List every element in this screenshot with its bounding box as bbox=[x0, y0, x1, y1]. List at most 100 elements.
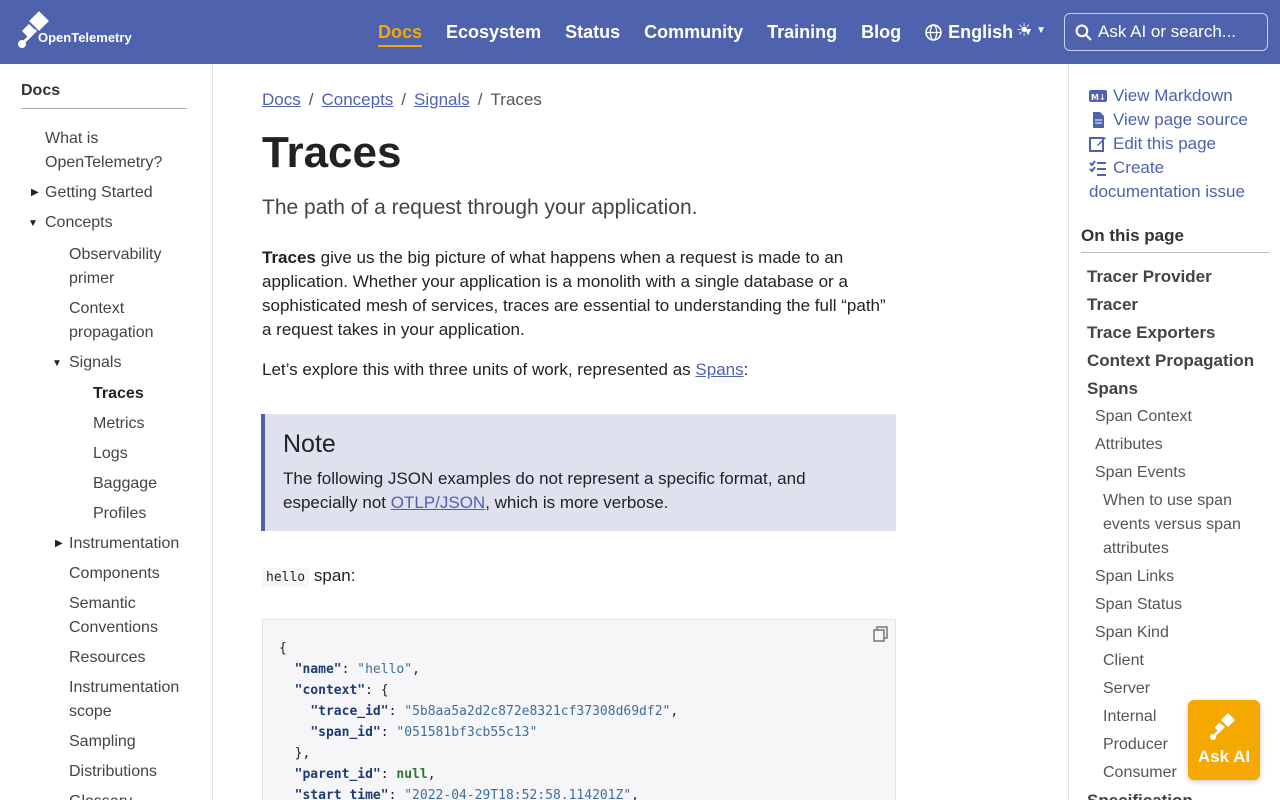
sidebar-item-semantic[interactable]: Semantic bbox=[69, 592, 136, 616]
telescope-icon bbox=[1210, 713, 1236, 740]
sidebar-item-baggage[interactable]: Baggage bbox=[93, 472, 157, 496]
toc-item[interactable]: Span Kind bbox=[1095, 621, 1169, 645]
sidebar-item-context[interactable]: Context bbox=[69, 297, 124, 321]
sidebar-item-traces[interactable]: Traces bbox=[93, 382, 144, 406]
toc-item[interactable]: Client bbox=[1103, 649, 1144, 673]
code-block: { "name": "hello", "context": { "trace_i… bbox=[262, 619, 896, 800]
sidebar-item-profiles[interactable]: Profiles bbox=[93, 502, 146, 526]
file-icon bbox=[1093, 112, 1104, 128]
sidebar-item-instrumentation-scope[interactable]: Instrumentation bbox=[69, 676, 179, 700]
nav-status[interactable]: Status bbox=[565, 22, 620, 43]
search-icon bbox=[1075, 24, 1092, 41]
intro-text: give us the big picture of what happens … bbox=[262, 248, 886, 339]
nav-docs[interactable]: Docs bbox=[378, 22, 423, 47]
sidebar-item-semantic-2[interactable]: Conventions bbox=[69, 616, 158, 640]
toc-item[interactable]: Tracer Provider bbox=[1087, 265, 1212, 289]
edit-icon bbox=[1089, 137, 1106, 152]
sun-icon: ☀ bbox=[1016, 20, 1033, 40]
nav-community[interactable]: Community bbox=[644, 22, 743, 43]
sidebar-item-context-2[interactable]: propagation bbox=[69, 321, 154, 345]
sidebar-item-what-is-2[interactable]: OpenTelemetry? bbox=[45, 151, 162, 175]
left-sidebar: Docs What is OpenTelemetry? ▶ Getting St… bbox=[0, 64, 213, 800]
breadcrumb-concepts[interactable]: Concepts bbox=[321, 90, 393, 109]
note-callout: Note The following JSON examples do not … bbox=[261, 414, 896, 531]
right-sidebar: M↓ View Markdown View page source Edit t… bbox=[1068, 64, 1280, 800]
breadcrumb-docs[interactable]: Docs bbox=[262, 90, 301, 109]
toc-item[interactable]: Specification bbox=[1087, 789, 1193, 800]
note-title: Note bbox=[283, 430, 336, 458]
page-title: Traces bbox=[262, 128, 402, 177]
create-issue-link-2[interactable]: documentation issue bbox=[1089, 180, 1245, 204]
toc-item[interactable]: Trace Exporters bbox=[1087, 321, 1216, 345]
chevron-down-icon: ▼ bbox=[1036, 25, 1047, 36]
toc-item[interactable]: Server bbox=[1103, 677, 1150, 701]
spans-colon: : bbox=[743, 360, 749, 379]
nav-ecosystem[interactable]: Ecosystem bbox=[446, 22, 541, 43]
sidebar-item-instrumentation[interactable]: Instrumentation bbox=[69, 532, 179, 556]
svg-text:M↓: M↓ bbox=[1091, 93, 1106, 102]
toc-item[interactable]: Spans bbox=[1087, 377, 1138, 401]
markdown-icon: M↓ bbox=[1089, 90, 1107, 102]
intro-paragraph: Traces give us the big picture of what h… bbox=[262, 246, 896, 342]
sidebar-item-signals[interactable]: Signals bbox=[69, 351, 121, 375]
theme-toggle[interactable]: ☀ ▼ bbox=[1016, 20, 1046, 41]
note-body: The following JSON examples do not repre… bbox=[283, 467, 878, 515]
triangle-down-icon[interactable]: ▼ bbox=[28, 218, 38, 229]
breadcrumb: Docs / Concepts / Signals / Traces bbox=[262, 90, 542, 109]
toc-item[interactable]: Span Links bbox=[1095, 565, 1174, 589]
nav-training[interactable]: Training bbox=[767, 22, 837, 43]
ask-ai-label: Ask AI bbox=[1197, 747, 1251, 766]
breadcrumb-signals[interactable]: Signals bbox=[414, 90, 470, 109]
page-lead: The path of a request through your appli… bbox=[262, 196, 698, 219]
toc-item[interactable]: When to use span bbox=[1103, 489, 1232, 513]
sidebar-item-observability[interactable]: Observability bbox=[69, 243, 161, 267]
toc-item[interactable]: Consumer bbox=[1103, 761, 1177, 785]
search-input[interactable] bbox=[1098, 22, 1258, 42]
sidebar-item-glossary[interactable]: Glossary bbox=[69, 790, 132, 800]
toc-item[interactable]: Producer bbox=[1103, 733, 1168, 757]
on-this-page-heading: On this page bbox=[1081, 226, 1269, 253]
otlp-json-link[interactable]: OTLP/JSON bbox=[391, 493, 485, 512]
view-source-link[interactable]: View page source bbox=[1089, 108, 1248, 132]
sidebar-item-concepts[interactable]: Concepts bbox=[45, 211, 113, 235]
triangle-right-icon[interactable]: ▶ bbox=[31, 187, 39, 198]
toc-item[interactable]: Internal bbox=[1103, 705, 1156, 729]
nav-blog[interactable]: Blog bbox=[861, 22, 901, 43]
toc-item[interactable]: Context Propagation bbox=[1087, 349, 1254, 373]
ask-ai-button[interactable]: Ask AI bbox=[1188, 700, 1260, 780]
toc-item[interactable]: Tracer bbox=[1087, 293, 1138, 317]
inline-code-hello: hello bbox=[262, 568, 310, 587]
create-issue-link[interactable]: Create bbox=[1089, 156, 1269, 180]
sidebar-item-what-is[interactable]: What is bbox=[45, 127, 98, 151]
note-text-end: , which is more verbose. bbox=[485, 493, 669, 512]
sidebar-item-logs[interactable]: Logs bbox=[93, 442, 128, 466]
sidebar-header[interactable]: Docs bbox=[21, 82, 187, 109]
sidebar-item-resources[interactable]: Resources bbox=[69, 646, 145, 670]
tasks-icon bbox=[1089, 160, 1106, 176]
toc-item[interactable]: Span Status bbox=[1095, 593, 1182, 617]
triangle-right-icon[interactable]: ▶ bbox=[55, 538, 63, 549]
globe-icon bbox=[925, 23, 942, 41]
sidebar-item-sampling[interactable]: Sampling bbox=[69, 730, 136, 754]
triangle-down-icon[interactable]: ▼ bbox=[52, 358, 62, 369]
edit-page-link[interactable]: Edit this page bbox=[1089, 132, 1216, 156]
spans-text: Let’s explore this with three units of w… bbox=[262, 360, 696, 379]
toc-item[interactable]: attributes bbox=[1103, 537, 1169, 561]
sidebar-item-components[interactable]: Components bbox=[69, 562, 160, 586]
sidebar-item-getting-started[interactable]: Getting Started bbox=[45, 181, 153, 205]
logo-text: OpenTelemetry bbox=[38, 29, 132, 45]
sidebar-item-instrumentation-scope-2[interactable]: scope bbox=[69, 700, 112, 724]
span-label-text: span: bbox=[309, 566, 356, 585]
sidebar-item-metrics[interactable]: Metrics bbox=[93, 412, 145, 436]
toc-item[interactable]: Attributes bbox=[1095, 433, 1163, 457]
opentelemetry-logo[interactable]: OpenTelemetry bbox=[14, 10, 154, 54]
toc-item[interactable]: events versus span bbox=[1103, 513, 1241, 537]
search-box[interactable] bbox=[1064, 13, 1268, 51]
sidebar-item-observability-2[interactable]: primer bbox=[69, 267, 114, 291]
spans-link[interactable]: Spans bbox=[695, 360, 743, 379]
sidebar-item-distributions[interactable]: Distributions bbox=[69, 760, 157, 784]
copy-icon[interactable] bbox=[873, 626, 889, 642]
toc-item[interactable]: Span Events bbox=[1095, 461, 1186, 485]
view-markdown-link[interactable]: M↓ View Markdown bbox=[1089, 84, 1233, 108]
toc-item[interactable]: Span Context bbox=[1095, 405, 1192, 429]
